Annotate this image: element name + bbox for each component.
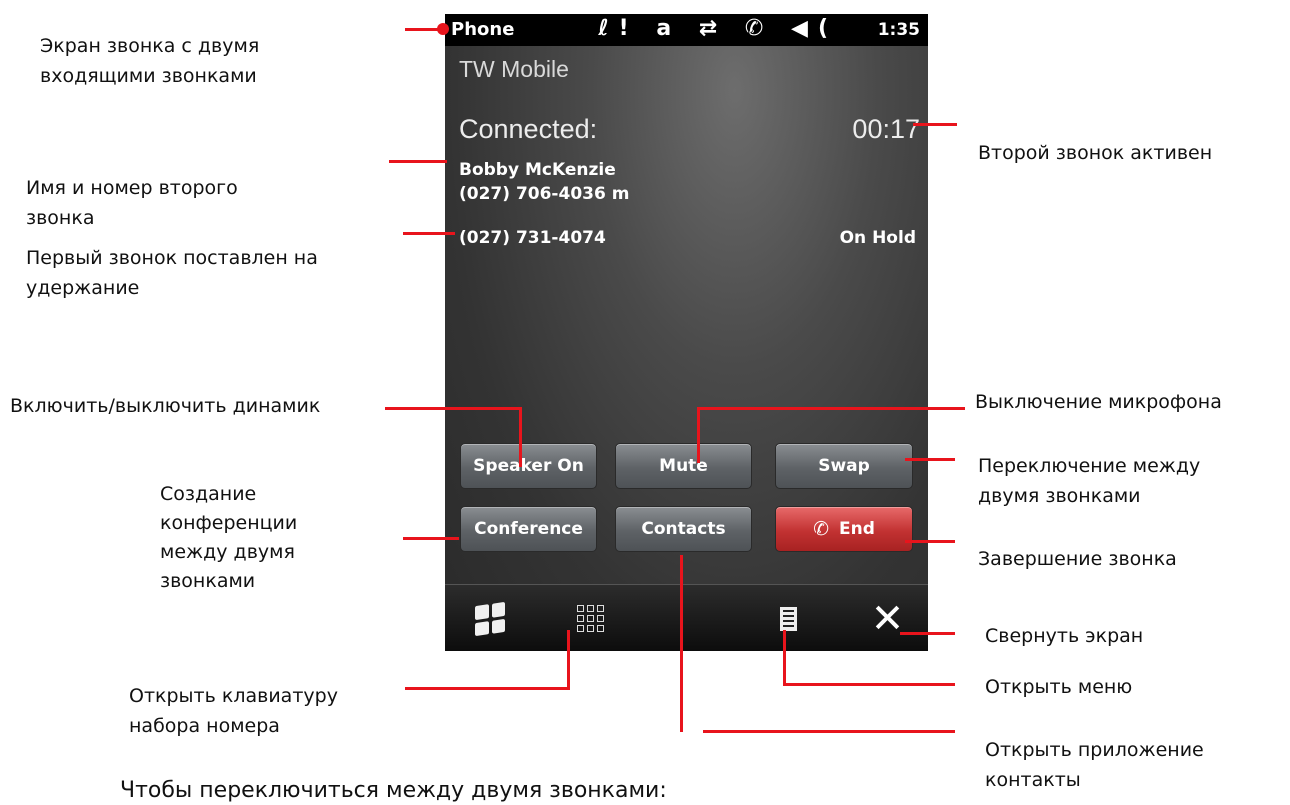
speaker-button[interactable]: Speaker On [460,443,597,489]
end-button-label: End [839,519,875,539]
annotation-screen-l2: входящими звонками [40,65,257,87]
callout-line-minimize [900,632,955,635]
callout-dot-screen [437,23,449,35]
bottom-toolbar: ✕ [445,584,928,651]
contacts-button-label: Contacts [641,519,726,539]
annotation-mute: Выключение микрофона [975,391,1222,413]
callout-line-keypad-h [405,687,570,690]
held-caller-number: (027) 731-4074 [459,228,606,248]
menu-icon [779,606,797,631]
keypad-icon [576,605,604,632]
on-hold-status: On Hold [839,228,916,248]
annotation-conf-l4: звонками [160,570,256,592]
active-caller-number: (027) 706-4036 m [459,184,630,204]
annotation-second-active: Второй звонок активен [978,142,1213,164]
annotation-name-l1: Имя и номер второго [26,177,238,199]
annotation-name-l2: звонка [26,207,95,229]
callout-line-hold [403,232,455,235]
callout-line-speaker-v [519,407,522,467]
callout-line-mute-v [697,407,700,463]
status-icons: ℓ! a ⇄ ✆ ◀( [598,16,838,41]
callout-line-end [905,540,955,543]
callout-line-contacts-h [703,730,955,733]
phone-screen: Phone ℓ! a ⇄ ✆ ◀( 1:35 TW Mobile Connect… [445,14,928,651]
status-bar: Phone ℓ! a ⇄ ✆ ◀( 1:35 [445,14,928,46]
contacts-button[interactable]: Contacts [615,506,752,552]
phone-handset-icon: ✆ [813,518,830,540]
callout-line-mute-h [700,407,965,410]
callout-line-menu-h [783,683,955,686]
keypad-button[interactable] [565,585,615,651]
annotation-contacts-l2: контакты [985,769,1081,791]
annotation-speaker: Включить/выключить динамик [10,395,321,417]
annotation-menu: Открыть меню [985,676,1133,698]
annotation-hold-l2: удержание [26,277,140,299]
swap-button-label: Swap [818,456,870,476]
callout-line-speaker-h [385,407,522,410]
footer-text: Чтобы переключиться между двумя звонками… [120,778,667,803]
callout-line-swap [905,458,955,461]
close-button[interactable]: ✕ [860,585,915,651]
annotation-contacts-l1: Открыть приложение [985,739,1204,761]
annotation-keypad-l2: набора номера [129,715,280,737]
annotation-screen-l1: Экран звонка с двумя [40,35,260,57]
callout-line-keypad-v [567,630,570,688]
callout-line-conference [403,537,459,540]
callout-line-timer [913,123,957,126]
windows-start-button[interactable] [465,585,515,651]
menu-button[interactable] [763,585,813,651]
annotation-end: Завершение звонка [978,548,1177,570]
annotation-swap-l1: Переключение между [978,455,1201,477]
call-timer: 00:17 [852,114,920,144]
mute-button-label: Mute [659,456,708,476]
swap-button[interactable]: Swap [775,443,913,489]
annotation-conf-l1: Создание [160,483,257,505]
clock[interactable]: 1:35 [878,20,920,40]
conference-button[interactable]: Conference [460,506,597,552]
annotation-minimize: Свернуть экран [985,625,1144,647]
annotation-keypad-l1: Открыть клавиатуру [129,685,338,707]
annotation-conf-l3: между двумя [160,541,295,563]
windows-start-icon [475,601,505,636]
callout-line-menu-v [783,630,786,686]
annotation-conf-l2: конференции [160,512,298,534]
callout-line-contacts-v [680,555,683,732]
carrier-name: TW Mobile [459,56,569,82]
active-caller-name: Bobby McKenzie [459,160,616,180]
end-call-button[interactable]: ✆ End [775,506,913,552]
callout-line-name [389,160,447,163]
connected-label: Connected: [459,114,598,144]
conference-button-label: Conference [474,519,583,539]
mute-button[interactable]: Mute [615,443,752,489]
speaker-button-label: Speaker On [473,456,584,476]
annotation-hold-l1: Первый звонок поставлен на [26,247,318,269]
annotation-swap-l2: двумя звонками [978,485,1141,507]
status-title[interactable]: Phone [451,19,514,40]
